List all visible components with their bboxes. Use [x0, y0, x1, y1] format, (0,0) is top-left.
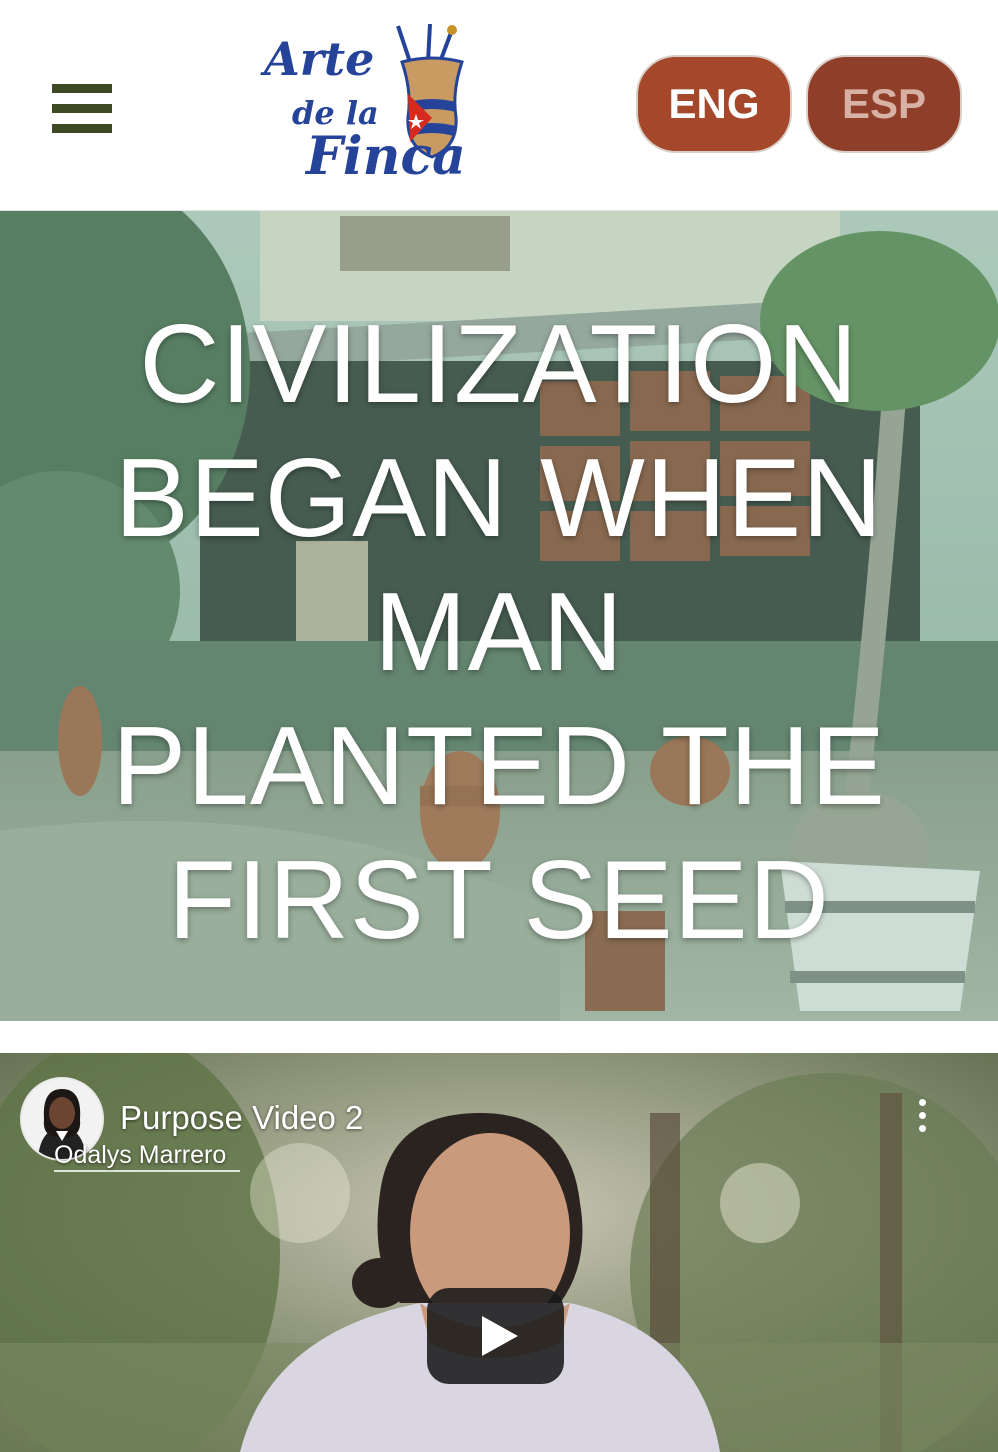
- language-esp-button[interactable]: ESP: [806, 55, 962, 153]
- video-title[interactable]: Purpose Video 2: [120, 1099, 363, 1137]
- hero-banner: CIVILIZATION BEGAN WHEN MAN PLANTED THE …: [0, 211, 998, 1021]
- logo-text-arte: Arte: [264, 32, 375, 86]
- youtube-video-embed[interactable]: Purpose Video 2 Odalys Marrero: [0, 1053, 998, 1452]
- play-icon: [482, 1316, 518, 1356]
- site-header: Arte de la Finca ENG ESP: [0, 0, 998, 211]
- hero-title: CIVILIZATION BEGAN WHEN MAN PLANTED THE …: [0, 297, 998, 967]
- hamburger-menu-icon[interactable]: [52, 84, 112, 134]
- language-eng-button[interactable]: ENG: [636, 55, 792, 153]
- hero-title-line: MAN: [374, 570, 624, 694]
- logo-text-finca: Finca: [306, 126, 466, 187]
- hero-title-line: FIRST SEED: [168, 838, 830, 962]
- hero-title-line: PLANTED THE: [112, 704, 886, 828]
- play-button[interactable]: [427, 1288, 564, 1384]
- more-vertical-icon[interactable]: [910, 1099, 934, 1139]
- video-channel-name[interactable]: Odalys Marrero: [54, 1141, 241, 1172]
- hero-title-line: BEGAN WHEN: [114, 436, 884, 560]
- arte-de-la-finca-logo[interactable]: Arte de la Finca: [258, 22, 484, 192]
- hero-title-line: CIVILIZATION: [139, 302, 859, 426]
